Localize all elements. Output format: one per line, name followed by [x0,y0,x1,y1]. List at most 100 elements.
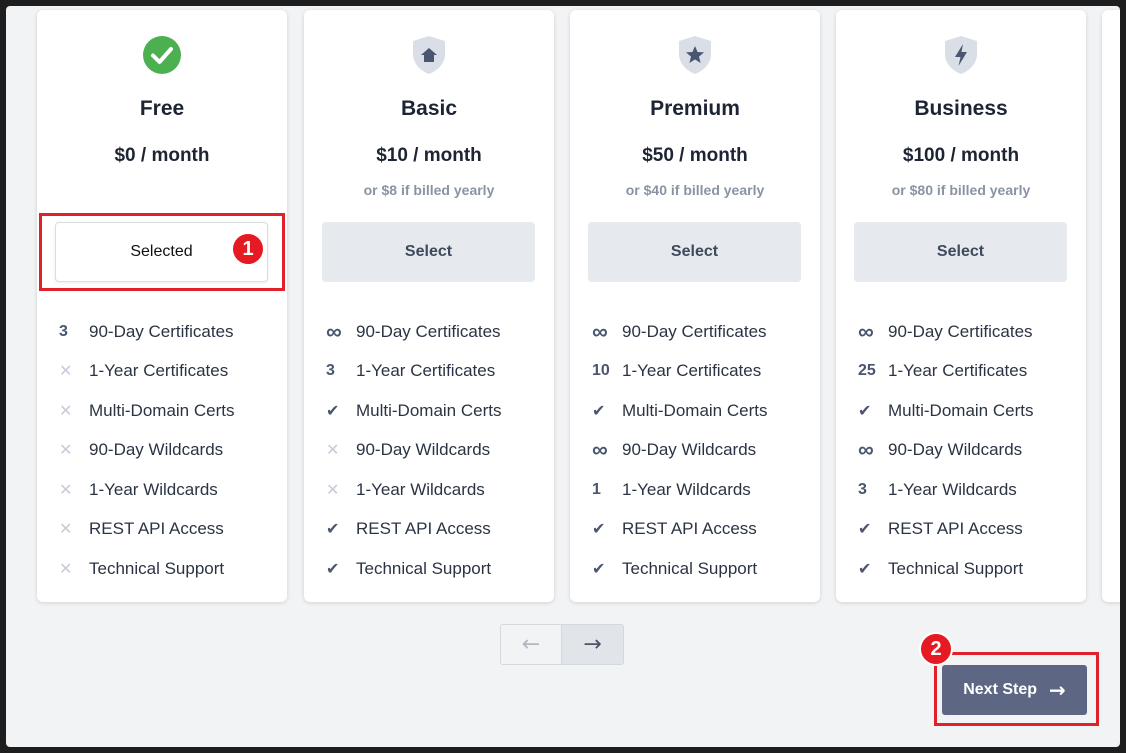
feature-count: 3 [59,322,68,340]
feature-label: 90-Day Certificates [89,321,234,341]
feature-label: Technical Support [356,558,492,578]
plan-select-button[interactable]: Select [322,222,535,282]
feature-item: ✔ REST API Access [592,510,810,550]
feature-item: ✔ Multi-Domain Certs [326,391,544,431]
check-icon: ✔ [858,560,872,578]
feature-label: Multi-Domain Certs [622,400,768,420]
infinity-icon: ∞ [592,318,608,344]
feature-item: ∞ 90-Day Certificates [326,312,544,352]
feature-label: Technical Support [888,558,1024,578]
feature-item: ✔ Technical Support [858,549,1076,589]
feature-label: Multi-Domain Certs [888,400,1034,420]
feature-count: 3 [326,362,335,380]
cross-icon: ✕ [326,442,340,460]
plan-name: Business [914,97,1008,120]
plan-price: $100 / month [902,145,1020,166]
plan-yearly-price: or $80 if billed yearly [891,182,1031,198]
feature-item: 3 1-Year Wildcards [858,470,1076,510]
feature-label: Multi-Domain Certs [89,400,235,420]
plan-card-basic: Basic $10 / month or $8 if billed yearly… [304,10,554,602]
feature-label: 90-Day Certificates [356,321,501,341]
star-shield-icon [674,34,716,76]
feature-label: 1-Year Wildcards [888,479,1017,499]
feature-item: ✕ 1-Year Wildcards [59,470,277,510]
feature-item: ∞ 90-Day Certificates [858,312,1076,352]
plan-price: $0 / month [114,145,210,166]
house-shield-icon [408,34,450,76]
annotation-badge-1: 1 [231,232,265,266]
feature-label: Technical Support [89,558,225,578]
check-icon: ✔ [592,521,606,539]
arrow-right-icon: → [1049,678,1066,702]
plan-select-button[interactable]: Select [854,222,1067,282]
carousel-next-button[interactable]: → [562,625,623,664]
plan-name: Free [139,97,185,120]
feature-item: ✕ 90-Day Wildcards [59,431,277,471]
feature-label: 1-Year Certificates [89,361,229,381]
feature-list: 3 90-Day Certificates ✕ 1-Year Certificates… [59,312,277,589]
feature-label: REST API Access [89,519,224,539]
plan-card-free: Free $0 / month Selected 3 90-Day Certifi… [37,10,287,602]
plan-name: Basic [400,97,458,120]
infinity-icon: ∞ [592,437,608,463]
feature-label: 90-Day Wildcards [89,440,224,460]
feature-item: 1 1-Year Wildcards [592,470,810,510]
feature-count: 25 [858,362,876,380]
cross-icon: ✕ [59,481,73,499]
cross-icon: ✕ [59,363,73,381]
feature-item: 3 90-Day Certificates [59,312,277,352]
feature-item: ✔ Multi-Domain Certs [592,391,810,431]
next-step-button[interactable]: Next Step → [942,665,1087,715]
cross-icon: ✕ [59,442,73,460]
feature-label: Technical Support [622,558,758,578]
feature-item: 25 1-Year Certificates [858,352,1076,392]
feature-item: ✕ Multi-Domain Certs [59,391,277,431]
plan-select-button[interactable]: Select [588,222,801,282]
plan-yearly-price: or $8 if billed yearly [363,182,495,198]
plan-price: $10 / month [376,145,482,166]
feature-count: 10 [592,362,610,380]
infinity-icon: ∞ [858,318,874,344]
feature-item: ✕ Technical Support [59,549,277,589]
check-icon: ✔ [326,560,340,578]
feature-list: ∞ 90-Day Certificates 10 1-Year Certificate… [592,312,810,589]
check-icon: ✔ [326,521,340,539]
feature-item: ∞ 90-Day Wildcards [858,431,1076,471]
feature-label: REST API Access [888,519,1023,539]
feature-item: ✕ 90-Day Wildcards [326,431,544,471]
feature-list: ∞ 90-Day Certificates 3 1-Year Certificates… [326,312,544,589]
feature-item: ✔ REST API Access [326,510,544,550]
next-step-label: Next Step [963,681,1038,698]
feature-item: ✕ 1-Year Certificates [59,352,277,392]
feature-label: REST API Access [356,519,491,539]
pricing-step-panel: Free $0 / month Selected 3 90-Day Certifi… [6,6,1120,747]
feature-label: 90-Day Certificates [888,321,1033,341]
feature-label: 90-Day Wildcards [356,440,491,460]
feature-label: 90-Day Wildcards [622,440,757,460]
feature-item: ∞ 90-Day Certificates [592,312,810,352]
feature-item: 10 1-Year Certificates [592,352,810,392]
feature-item: ✕ 1-Year Wildcards [326,470,544,510]
feature-item: ∞ 90-Day Wildcards [592,431,810,471]
feature-item: ✔ REST API Access [858,510,1076,550]
cross-icon: ✕ [326,481,340,499]
check-icon: ✔ [858,521,872,539]
feature-item: ✔ Technical Support [592,549,810,589]
feature-item: ✔ Technical Support [326,549,544,589]
carousel-prev-button[interactable]: ← [501,625,562,664]
feature-label: 1-Year Wildcards [89,479,218,499]
feature-label: 1-Year Certificates [622,361,762,381]
check-icon: ✔ [592,402,606,420]
infinity-icon: ∞ [858,437,874,463]
feature-label: 1-Year Certificates [356,361,496,381]
feature-label: 90-Day Wildcards [888,440,1023,460]
cross-icon: ✕ [59,560,73,578]
feature-item: ✔ Multi-Domain Certs [858,391,1076,431]
check-icon: ✔ [326,402,340,420]
infinity-icon: ∞ [326,318,342,344]
feature-label: 1-Year Wildcards [622,479,751,499]
annotation-badge-2: 2 [919,632,953,666]
feature-count: 3 [858,480,867,498]
feature-item: 3 1-Year Certificates [326,352,544,392]
feature-label: REST API Access [622,519,757,539]
